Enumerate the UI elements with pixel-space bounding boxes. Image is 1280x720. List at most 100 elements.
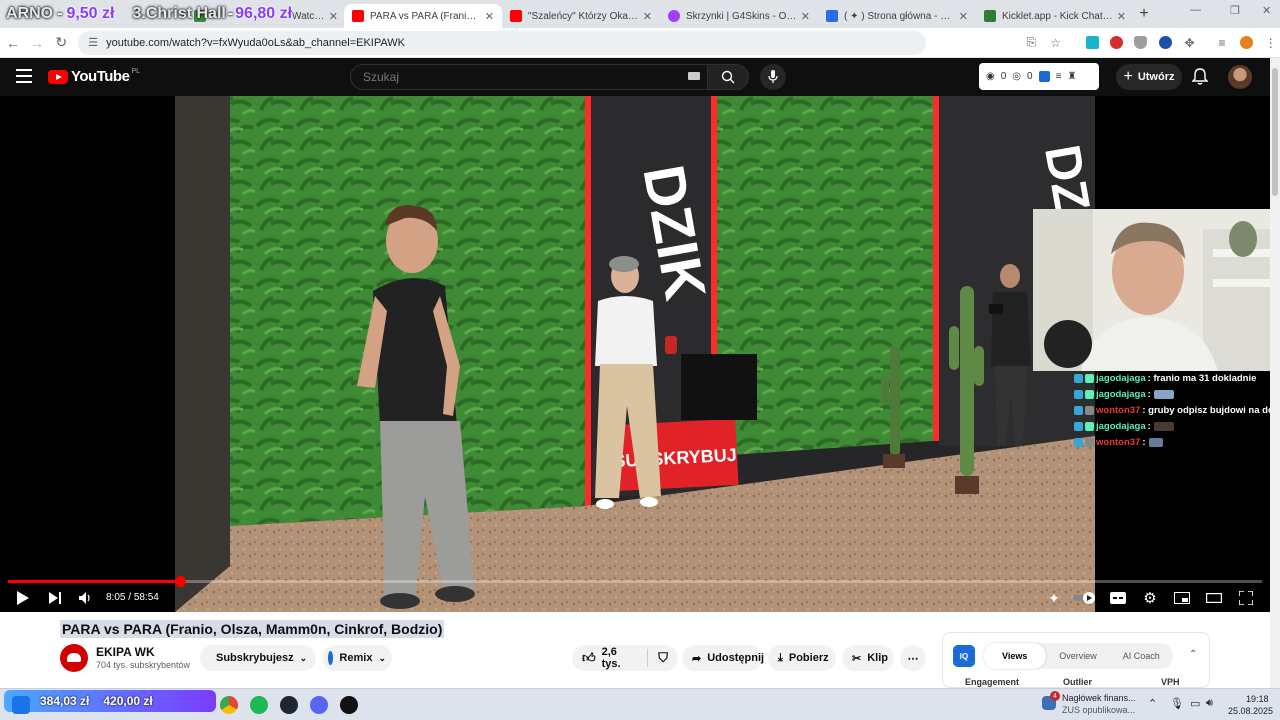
country-code: PL: [131, 68, 140, 75]
ai-sparkle-button[interactable]: ✦: [1044, 587, 1064, 609]
like-count[interactable]: 2,6 tys.: [602, 646, 636, 670]
clock-date[interactable]: 25.08.2025: [1228, 706, 1273, 716]
search-button[interactable]: [707, 64, 749, 90]
news-headline[interactable]: Nagłówek finans...: [1062, 693, 1136, 703]
discord-icon[interactable]: [310, 696, 328, 714]
steam-icon[interactable]: [280, 696, 298, 714]
progress-bar[interactable]: [8, 576, 1262, 587]
browser-tab[interactable]: Skrzynki | G4Skins - Otwieraj sk ✕: [660, 4, 818, 28]
speaker-icon[interactable]: 🔊︎: [1206, 697, 1213, 710]
clock-time[interactable]: 19:18: [1246, 694, 1269, 704]
subscribed-button[interactable]: Subskrybujesz ⌄: [200, 645, 316, 671]
extension-icon[interactable]: [1156, 33, 1174, 53]
tab-close-icon[interactable]: ✕: [643, 10, 652, 23]
shield-extension-icon[interactable]: [1132, 33, 1150, 53]
chat-message: wonton37 : gruby odpisz bujdowi na dc: [1074, 402, 1270, 418]
new-tab-button[interactable]: +: [1132, 2, 1156, 26]
restore-icon[interactable]: ❐: [1230, 4, 1240, 17]
tab-title: "Szaleńcy" Którzy Okazali się M: [528, 10, 639, 22]
like-dislike-group: 👍︎ 2,6 tys. ⛉: [572, 645, 678, 671]
tab-close-icon[interactable]: ✕: [329, 10, 338, 23]
stream-chat-overlay: jagodajaga : franio ma 31 dokladnie jago…: [1074, 370, 1270, 450]
bookmark-star-icon[interactable]: ☆: [1046, 33, 1064, 53]
next-button[interactable]: [46, 587, 64, 609]
search-input[interactable]: [363, 70, 683, 84]
tab-views[interactable]: Views: [983, 643, 1047, 669]
tab-title: ( ✦ ) Strona główna - Roblox: [844, 10, 955, 22]
tab-close-icon[interactable]: ✕: [485, 10, 494, 23]
url-input[interactable]: ☰ youtube.com/watch?v=fxWyuda0oLs&ab_cha…: [78, 30, 927, 55]
remix-button[interactable]: Remix ⌄: [322, 645, 392, 671]
menu-hamburger-icon[interactable]: [16, 69, 32, 83]
subtitles-button[interactable]: [1108, 587, 1128, 609]
browser-tab[interactable]: [0, 4, 186, 28]
page-scrollbar[interactable]: [1270, 58, 1280, 688]
browser-tab-active[interactable]: PARA vs PARA (Franio, Olsza, M ✕: [344, 4, 502, 28]
autoplay-toggle[interactable]: [1072, 587, 1098, 609]
scrollbar-thumb[interactable]: [1272, 68, 1278, 196]
clip-button[interactable]: ✂ Klip: [842, 645, 894, 671]
browser-tab-watch-live[interactable]: Watch Live ✕: [186, 4, 346, 28]
tab-close-icon[interactable]: ✕: [1117, 10, 1126, 23]
extensions-puzzle-icon[interactable]: ✥: [1180, 33, 1198, 53]
voice-search-button[interactable]: [760, 64, 786, 90]
tab-title: Kicklet.app - Kick Chatbot and: [1002, 10, 1113, 22]
browser-tab[interactable]: "Szaleńcy" Którzy Okazali się M ✕: [502, 4, 660, 28]
settings-button[interactable]: ⚙: [1140, 587, 1160, 609]
account-avatar[interactable]: [1228, 65, 1252, 89]
reading-list-icon[interactable]: ≡: [1213, 33, 1231, 53]
youtube-logo[interactable]: YouTube PL: [48, 68, 140, 85]
trophy-icon[interactable]: ♜: [1067, 71, 1076, 82]
play-button[interactable]: [14, 587, 32, 609]
channel-name[interactable]: EKIPA WK: [96, 645, 155, 659]
reload-icon[interactable]: ↻: [50, 31, 72, 55]
video-player[interactable]: DZIK DZIK SUBSKRYBUJ jagodajaga: franio…: [0, 96, 1270, 612]
chrome-icon[interactable]: [220, 696, 238, 714]
extension-icon[interactable]: [1083, 33, 1101, 53]
tab-close-icon[interactable]: ✕: [959, 10, 968, 23]
keyboard-icon[interactable]: [688, 72, 700, 80]
chat-badge-icon: [1085, 437, 1094, 447]
start-windows-icon[interactable]: [12, 696, 30, 714]
collapse-chevron-icon[interactable]: ⌃: [1189, 649, 1197, 660]
close-window-icon[interactable]: ✕: [1262, 4, 1271, 17]
chat-badge-icon: [1085, 405, 1094, 415]
scrubber-handle[interactable]: [174, 576, 186, 587]
network-icon[interactable]: ▭: [1190, 697, 1200, 710]
like-thumb-icon[interactable]: 👍︎: [582, 650, 596, 666]
browser-tab[interactable]: ( ✦ ) Strona główna - Roblox ✕: [818, 4, 976, 28]
miniplayer-button[interactable]: [1172, 587, 1192, 609]
tray-expand-icon[interactable]: ⌃: [1148, 697, 1157, 710]
create-button[interactable]: + Utwórz: [1116, 64, 1182, 90]
download-button[interactable]: ⤓ Pobierz: [768, 645, 836, 671]
forward-icon[interactable]: →: [26, 31, 48, 55]
tab-close-icon[interactable]: ✕: [801, 10, 810, 23]
browser-tab[interactable]: Kicklet.app - Kick Chatbot and ✕: [976, 4, 1134, 28]
chevron-down-icon: ⌄: [299, 652, 308, 663]
spotify-icon[interactable]: [250, 696, 268, 714]
channel-avatar[interactable]: [60, 644, 88, 672]
chat-badge-icon: [1074, 421, 1083, 431]
tab-overview[interactable]: Overview: [1046, 643, 1109, 669]
site-settings-icon[interactable]: ☰: [88, 36, 98, 49]
list-icon[interactable]: ≡: [1056, 71, 1062, 82]
extension-icon[interactable]: [1107, 33, 1125, 53]
tab-ai-coach[interactable]: AI Coach: [1110, 643, 1173, 669]
dislike-thumb-icon[interactable]: ⛉: [658, 650, 668, 666]
profile-avatar-icon[interactable]: [1237, 33, 1255, 53]
microphone-tray-icon[interactable]: 🎙︎: [1170, 697, 1184, 710]
share-button[interactable]: ➦ Udostępnij: [682, 645, 764, 671]
browser-menu-icon[interactable]: ⋮: [1262, 33, 1280, 53]
g4skins-favicon-icon: [668, 10, 680, 22]
install-app-icon[interactable]: ⎘: [1022, 33, 1040, 53]
more-actions-button[interactable]: ⋯: [900, 645, 926, 671]
minimize-icon[interactable]: —: [1190, 4, 1201, 16]
theater-mode-button[interactable]: [1204, 587, 1224, 609]
notifications-bell-icon[interactable]: [1192, 68, 1208, 86]
obs-icon[interactable]: [340, 696, 358, 714]
mute-button[interactable]: [76, 587, 94, 609]
vidiq-icon[interactable]: [1038, 71, 1050, 82]
back-icon[interactable]: ←: [2, 31, 24, 55]
overlay-value: 420,00 zł: [103, 694, 153, 708]
fullscreen-button[interactable]: [1236, 587, 1256, 609]
